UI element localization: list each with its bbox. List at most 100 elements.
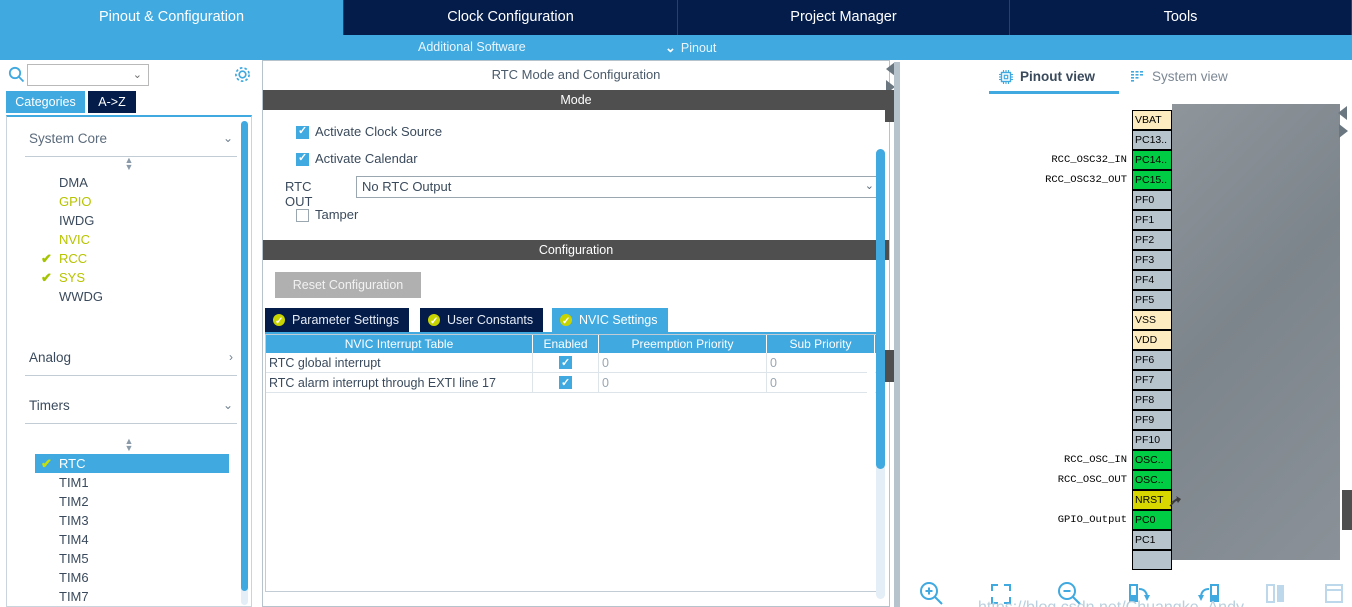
tab-pinout-view[interactable]: Pinout view: [998, 65, 1095, 89]
chevron-down-icon[interactable]: ⌄: [133, 68, 142, 81]
sidebar-item-rcc[interactable]: ✔ RCC: [7, 249, 251, 268]
reset-configuration-button[interactable]: Reset Configuration: [275, 272, 421, 298]
pin-pf6[interactable]: PF6: [1132, 350, 1172, 370]
pin-pf1[interactable]: PF1: [1132, 210, 1172, 230]
fit-to-screen-icon[interactable]: [984, 577, 1018, 607]
sidebar-item-dma[interactable]: DMA: [7, 173, 251, 192]
pinout-scroll-arrows[interactable]: [1338, 106, 1350, 146]
tab-categories[interactable]: Categories: [6, 91, 85, 113]
gear-icon[interactable]: [233, 65, 252, 84]
sidebar-item-tim6[interactable]: TIM6: [7, 568, 251, 587]
rtc-out-dropdown[interactable]: No RTC Output ⌄: [356, 176, 882, 198]
table-row[interactable]: RTC alarm interrupt through EXTI line 17…: [266, 373, 876, 393]
checkbox-box[interactable]: [296, 209, 309, 222]
menu-pinout[interactable]: ⌄ Pinout: [665, 35, 716, 60]
column-header-preemption-priority[interactable]: Preemption Priority: [599, 335, 767, 353]
sidebar-item-tim4[interactable]: TIM4: [7, 530, 251, 549]
pin-pf4[interactable]: PF4: [1132, 270, 1172, 290]
zoom-in-icon[interactable]: [914, 577, 948, 607]
center-vertical-scrollbar[interactable]: [876, 149, 885, 599]
pin-pc14[interactable]: PC14..: [1132, 150, 1172, 170]
pin-next[interactable]: [1132, 550, 1172, 570]
pin-pf3[interactable]: PF3: [1132, 250, 1172, 270]
pinout-splitter-handle[interactable]: [1342, 490, 1352, 530]
menu-additional-software[interactable]: Additional Software: [418, 35, 526, 60]
tab-a-to-z[interactable]: A->Z: [88, 91, 136, 113]
tab-user-constants[interactable]: User Constants: [420, 308, 544, 334]
sidebar-item-sys[interactable]: ✔ SYS: [7, 268, 251, 287]
pin-vdd[interactable]: VDD: [1132, 330, 1172, 350]
sidebar-item-tim7[interactable]: TIM7: [7, 587, 251, 606]
chevron-down-icon[interactable]: ⌄: [223, 131, 233, 145]
sidebar-item-wwdg[interactable]: WWDG: [7, 287, 251, 306]
center-horizontal-scrollbar[interactable]: [265, 599, 875, 605]
checkbox-box[interactable]: [296, 151, 309, 166]
column-header-interrupt-table[interactable]: NVIC Interrupt Table: [266, 335, 533, 353]
tab-nvic-settings[interactable]: NVIC Settings: [552, 308, 668, 334]
column-header-sub-priority[interactable]: Sub Priority: [767, 335, 875, 353]
pin-pf5[interactable]: PF5: [1132, 290, 1172, 310]
pinout-vertical-scrollbar[interactable]: [1340, 106, 1350, 554]
pin-osc-in[interactable]: OSC..: [1132, 450, 1172, 470]
sidebar-scrollbar[interactable]: [241, 121, 248, 605]
rotate-right-icon[interactable]: [1122, 577, 1156, 607]
sidebar-item-iwdg[interactable]: IWDG: [7, 211, 251, 230]
sidebar-scrollbar-thumb[interactable]: [241, 121, 248, 591]
checkbox-box[interactable]: [559, 373, 572, 393]
arrow-left-icon[interactable]: [1338, 106, 1347, 120]
group-header-timers[interactable]: Timers ⌄: [25, 396, 237, 424]
sidebar-item-gpio[interactable]: GPIO: [7, 192, 251, 211]
table-row[interactable]: RTC global interrupt 0 0: [266, 353, 876, 373]
tab-clock-configuration[interactable]: Clock Configuration: [344, 0, 678, 35]
pin-pf0[interactable]: PF0: [1132, 190, 1172, 210]
chevron-down-icon[interactable]: ⌄: [865, 179, 874, 192]
checkbox-box[interactable]: [296, 124, 309, 139]
group-header-analog[interactable]: Analog ›: [25, 348, 237, 376]
table-scrollbar[interactable]: [867, 353, 875, 591]
tab-system-view[interactable]: System view: [1130, 65, 1228, 89]
pin-vbat[interactable]: VBAT: [1132, 110, 1172, 130]
chevron-right-icon[interactable]: ›: [229, 350, 233, 364]
cell-preemption-priority[interactable]: 0: [599, 373, 767, 393]
search-combobox[interactable]: ⌄: [27, 64, 149, 86]
splitter-handle-bottom[interactable]: [885, 350, 894, 382]
pin-pf9[interactable]: PF9: [1132, 410, 1172, 430]
cell-enabled[interactable]: [533, 373, 599, 393]
arrow-right-icon[interactable]: [1339, 124, 1348, 138]
pin-pf10[interactable]: PF10: [1132, 430, 1172, 450]
pin-pf2[interactable]: PF2: [1132, 230, 1172, 250]
pin-pf8[interactable]: PF8: [1132, 390, 1172, 410]
sidebar-item-rtc[interactable]: ✔ RTC: [35, 454, 229, 473]
pin-osc-out[interactable]: OSC..: [1132, 470, 1172, 490]
pin-vss[interactable]: VSS: [1132, 310, 1172, 330]
cell-sub-priority[interactable]: 0: [767, 373, 875, 393]
pin-pf7[interactable]: PF7: [1132, 370, 1172, 390]
scroll-spinner-up[interactable]: ▲ ▼: [7, 156, 251, 173]
pin-pc1[interactable]: PC1: [1132, 530, 1172, 550]
tab-tools[interactable]: Tools: [1010, 0, 1352, 35]
sidebar-item-tim1[interactable]: TIM1: [7, 473, 251, 492]
sidebar-item-tim2[interactable]: TIM2: [7, 492, 251, 511]
center-scrollbar-thumb[interactable]: [876, 149, 885, 469]
flip-horizontal-icon[interactable]: [1258, 577, 1292, 607]
chevron-down-icon[interactable]: ⌄: [223, 398, 233, 412]
pin-pc15[interactable]: PC15..: [1132, 170, 1172, 190]
zoom-out-icon[interactable]: [1052, 577, 1086, 607]
rotate-left-icon[interactable]: [1192, 577, 1226, 607]
cell-enabled[interactable]: [533, 353, 599, 373]
sidebar-item-tim3[interactable]: TIM3: [7, 511, 251, 530]
column-header-enabled[interactable]: Enabled: [533, 335, 599, 353]
panel-icon[interactable]: [1320, 577, 1352, 607]
pin-pc0[interactable]: PC0: [1132, 510, 1172, 530]
tab-parameter-settings[interactable]: Parameter Settings: [265, 308, 409, 334]
tab-project-manager[interactable]: Project Manager: [678, 0, 1010, 35]
pin-pc13[interactable]: PC13..: [1132, 130, 1172, 150]
cell-sub-priority[interactable]: 0: [767, 353, 875, 373]
splitter-handle-top[interactable]: [885, 90, 894, 122]
scroll-spinner-down[interactable]: ▲ ▼: [7, 437, 251, 454]
search-input[interactable]: [31, 67, 131, 84]
pin-nrst[interactable]: NRST: [1132, 490, 1172, 510]
sidebar-item-tim5[interactable]: TIM5: [7, 549, 251, 568]
tab-pinout-and-configuration[interactable]: Pinout & Configuration: [0, 0, 344, 35]
sidebar-item-nvic[interactable]: NVIC: [7, 230, 251, 249]
